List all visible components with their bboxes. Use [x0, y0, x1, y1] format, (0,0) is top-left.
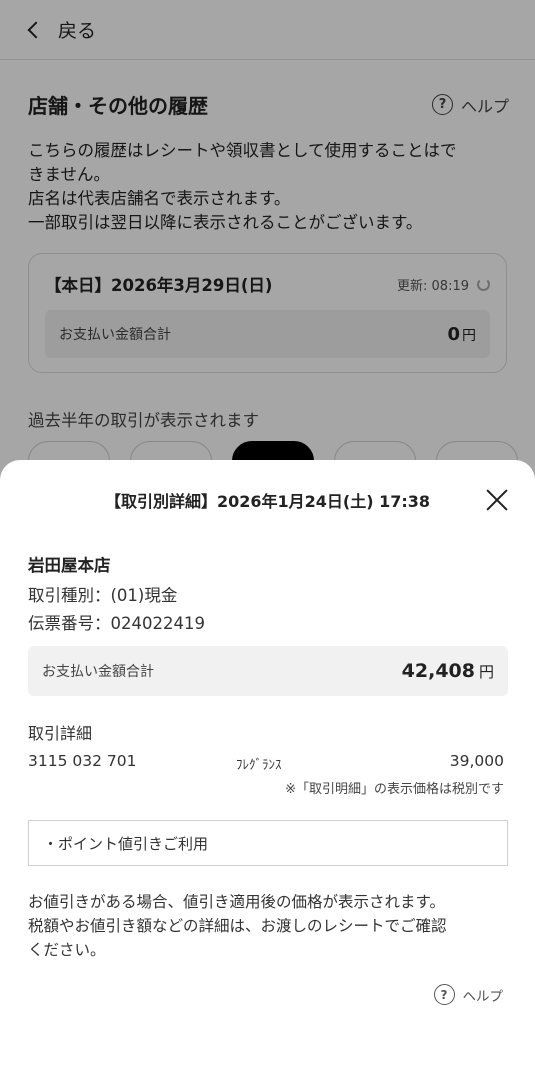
payment-amount: 42,408: [401, 660, 475, 682]
discount-line: お値引きがある場合、値引き適用後の価格が表示されます。: [28, 893, 445, 911]
item-name: ﾌﾚｸﾞﾗﾝｽ: [236, 758, 282, 773]
payment-total: お支払い金額合計 42,408 円: [28, 646, 508, 696]
store-name: 岩田屋本店: [28, 556, 111, 575]
discount-line: ください。: [28, 941, 106, 959]
slip-number: 伝票番号：024022419: [28, 614, 205, 633]
payment-total-value: 42,408 円: [402, 660, 494, 682]
close-icon[interactable]: [485, 488, 509, 512]
discount-line: 税額やお値引き額などの詳細は、お渡しのレシートでご確認: [28, 917, 447, 935]
currency-unit: 円: [478, 663, 494, 681]
sheet-help-link[interactable]: ? ヘルプ: [433, 984, 504, 1005]
help-label: ヘルプ: [462, 988, 504, 1005]
tax-note: ※「取引明細」の表示価格は税別です: [285, 782, 504, 797]
detail-heading: 取引詳細: [28, 724, 93, 743]
payment-total-label: お支払い金額合計: [42, 664, 154, 680]
sheet-title: 【取引別詳細】2026年1月24日(土) 17:38: [104, 492, 431, 511]
transaction-detail-sheet: 【取引別詳細】2026年1月24日(土) 17:38 岩田屋本店 取引種別：(0…: [0, 460, 535, 1080]
point-discount-box: ・ポイント値引きご利用: [28, 820, 508, 866]
discount-note: お値引きがある場合、値引き適用後の価格が表示されます。 税額やお値引き額などの詳…: [28, 890, 508, 962]
item-price: 39,000: [449, 752, 504, 770]
transaction-type: 取引種別：(01)現金: [28, 586, 178, 605]
item-code: 3115 032 701: [28, 752, 137, 770]
question-circle-icon: ?: [433, 984, 455, 1005]
